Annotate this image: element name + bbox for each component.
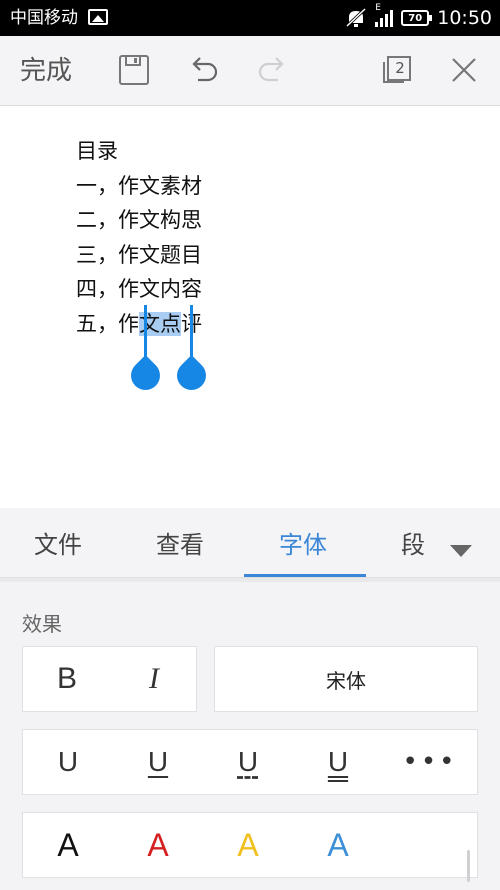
editor-toolbar: 完成 2 — [0, 36, 500, 106]
mute-icon — [345, 7, 367, 28]
save-icon[interactable] — [116, 52, 152, 88]
font-family-card[interactable]: 宋体 — [214, 646, 478, 712]
underline-card: U U U U ••• — [22, 729, 478, 795]
font-panel: 效果 B I 宋体 U U U U ••• A A A A — [0, 578, 500, 890]
tab-font[interactable]: 字体 — [279, 528, 327, 562]
underline-button[interactable]: U — [113, 730, 203, 794]
no-underline-button[interactable]: U — [23, 730, 113, 794]
tab-paragraph[interactable]: 段 — [401, 528, 425, 562]
font-color-yellow-button[interactable]: A — [203, 813, 293, 877]
battery-icon: 70 — [401, 10, 433, 26]
redo-icon[interactable] — [254, 52, 290, 88]
toc-title[interactable]: 目录 — [76, 134, 202, 169]
done-button[interactable]: 完成 — [20, 52, 72, 90]
toc-line[interactable]: 一，作文素材 — [76, 169, 202, 204]
font-color-card: A A A A — [22, 812, 478, 878]
status-icons: E 70 10:50 — [345, 3, 492, 30]
more-underline-options-button[interactable]: ••• — [383, 730, 477, 794]
selection-start-handle[interactable] — [124, 305, 167, 397]
active-tab-indicator — [244, 574, 366, 577]
tab-file[interactable]: 文件 — [34, 528, 82, 562]
clock: 10:50 — [437, 7, 492, 29]
tab-view[interactable]: 查看 — [156, 528, 204, 562]
close-icon[interactable] — [446, 52, 482, 88]
font-color-red-button[interactable]: A — [113, 813, 203, 877]
panel-divider — [0, 578, 500, 582]
image-notification-icon — [88, 9, 108, 25]
toc-line[interactable]: 四，作文内容 — [76, 272, 202, 307]
signal-icon: E — [375, 3, 394, 27]
double-underline-button[interactable]: U — [293, 730, 383, 794]
font-color-blue-button[interactable]: A — [293, 813, 383, 877]
status-bar: 中国移动 E 70 10:50 — [0, 0, 500, 36]
toc-line[interactable]: 三，作文题目 — [76, 238, 202, 273]
carrier-name: 中国移动 — [10, 8, 78, 28]
ribbon-tabs: 文件 查看 字体 段 — [0, 508, 500, 578]
dashed-underline-button[interactable]: U — [203, 730, 293, 794]
page-count: 2 — [395, 59, 405, 77]
font-color-black-button[interactable]: A — [23, 813, 113, 877]
style-card: B I — [22, 646, 197, 712]
selection-end-handle[interactable] — [170, 305, 213, 397]
pages-icon[interactable]: 2 — [378, 52, 414, 88]
bold-button[interactable]: B — [23, 647, 111, 711]
font-family-selector[interactable]: 宋体 — [215, 647, 477, 711]
panel-scrollbar[interactable] — [467, 850, 470, 882]
toc-line[interactable]: 二，作文构思 — [76, 203, 202, 238]
network-type-badge: E — [375, 3, 381, 13]
document-canvas[interactable]: 目录 一，作文素材 二，作文构思 三，作文题目 四，作文内容 五，作文点评 — [0, 106, 500, 508]
text-before-selection: 五，作 — [76, 311, 139, 336]
tabs-expand-icon[interactable] — [450, 545, 472, 557]
undo-icon[interactable] — [186, 52, 222, 88]
effects-label: 效果 — [22, 612, 62, 636]
italic-button[interactable]: I — [111, 647, 197, 711]
